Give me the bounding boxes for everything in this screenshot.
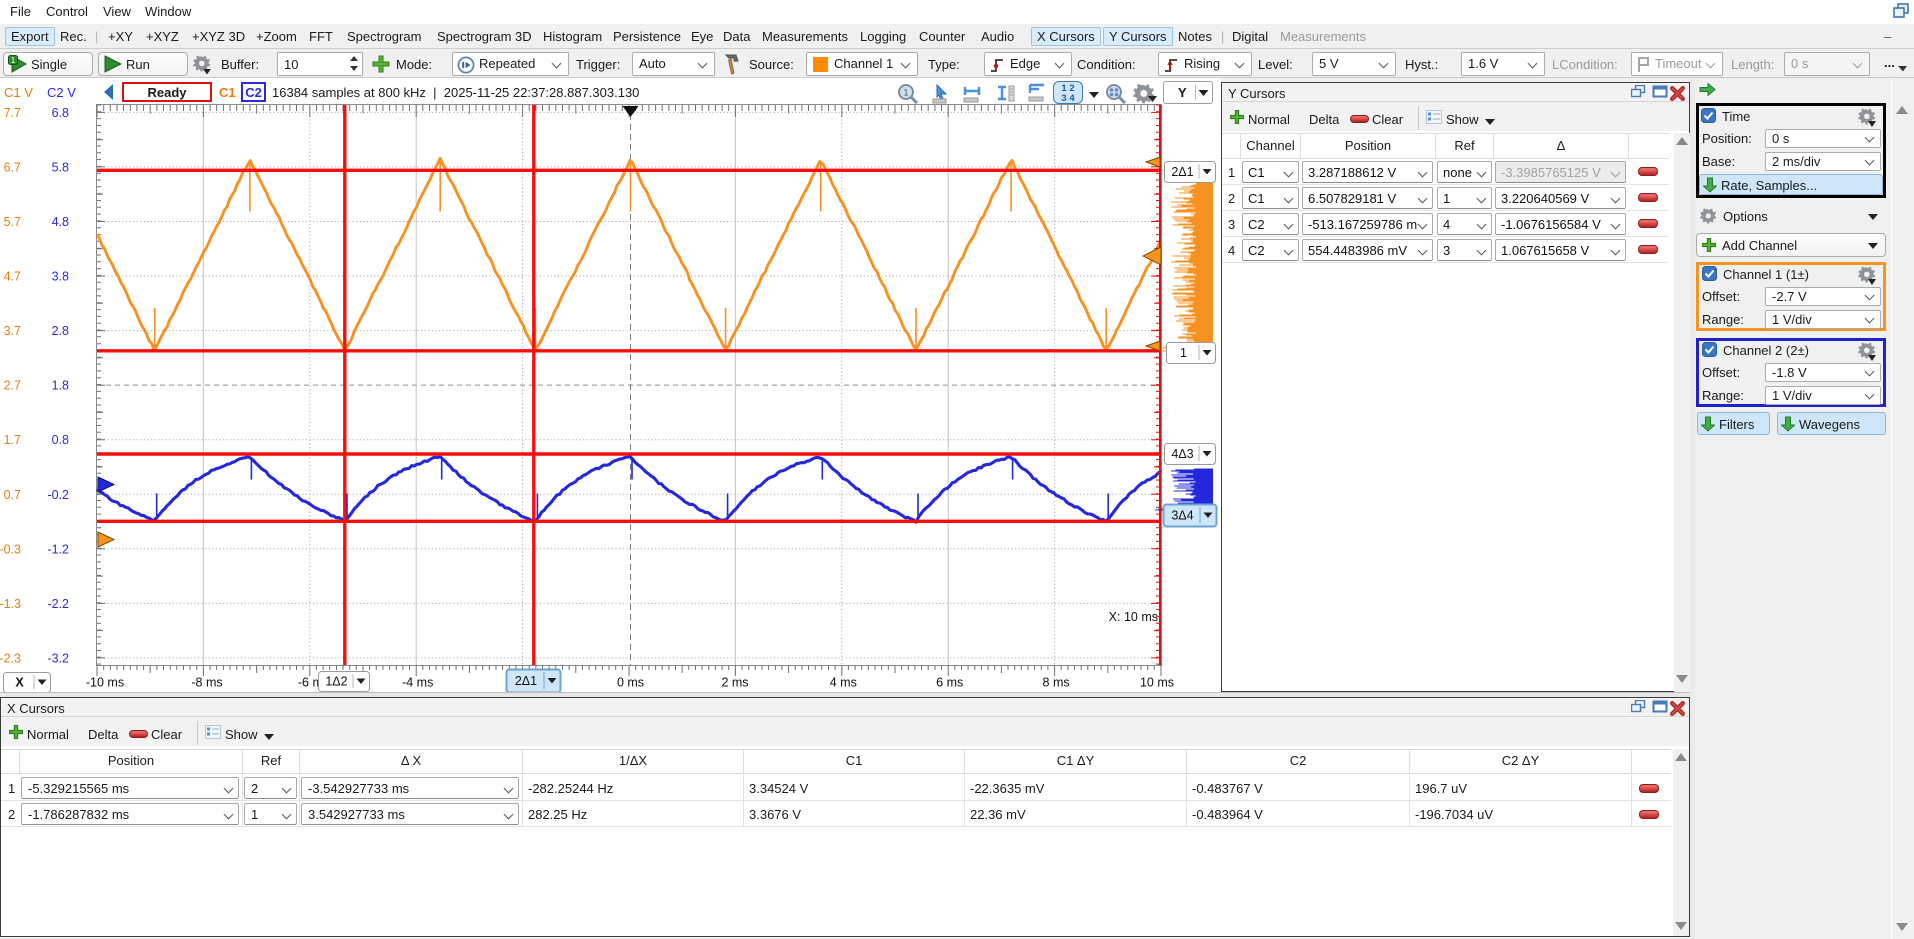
svg-text:2Δ1: 2Δ1: [1171, 165, 1193, 179]
svg-text:-0.3: -0.3: [0, 542, 21, 556]
svg-text:6.7: 6.7: [4, 160, 21, 174]
svg-text:1: 1: [11, 55, 16, 65]
svg-text:3.7: 3.7: [4, 324, 21, 338]
svg-text:5.7: 5.7: [4, 215, 21, 229]
svg-text:1: 1: [1180, 346, 1187, 360]
svg-text:4 ms: 4 ms: [830, 676, 857, 690]
svg-text:1.8: 1.8: [52, 379, 69, 393]
svg-text:8 ms: 8 ms: [1043, 676, 1070, 690]
svg-text:2 ms: 2 ms: [721, 676, 748, 690]
svg-text:-4 ms: -4 ms: [402, 676, 433, 690]
svg-text:0 ms: 0 ms: [617, 676, 644, 690]
svg-text:4.7: 4.7: [4, 270, 21, 284]
svg-text:4Δ3: 4Δ3: [1171, 447, 1193, 461]
svg-text:4.8: 4.8: [52, 215, 69, 229]
svg-text:1Δ2: 1Δ2: [325, 675, 347, 689]
svg-text:X: 10 ms: X: 10 ms: [1109, 610, 1158, 624]
svg-text:3.8: 3.8: [52, 270, 69, 284]
svg-text:5.8: 5.8: [52, 160, 69, 174]
svg-text:-8 ms: -8 ms: [191, 676, 222, 690]
svg-text:7.7: 7.7: [4, 106, 21, 120]
svg-text:2Δ1: 2Δ1: [515, 674, 537, 688]
svg-text:0.7: 0.7: [4, 488, 21, 502]
svg-text:-2.2: -2.2: [47, 597, 69, 611]
svg-text:1: 1: [903, 88, 908, 98]
svg-text:3Δ4: 3Δ4: [1171, 509, 1193, 523]
svg-text:-2.3: -2.3: [0, 651, 21, 665]
svg-text:-1.2: -1.2: [47, 542, 69, 556]
svg-text:6.8: 6.8: [52, 106, 69, 120]
svg-text:-3.2: -3.2: [47, 651, 69, 665]
svg-text:6 ms: 6 ms: [936, 676, 963, 690]
svg-text:-1.3: -1.3: [0, 597, 21, 611]
svg-text:1.7: 1.7: [4, 433, 21, 447]
svg-text:2.8: 2.8: [52, 324, 69, 338]
svg-text:X: X: [15, 676, 24, 690]
svg-text:-0.2: -0.2: [47, 488, 69, 502]
svg-text:2.7: 2.7: [4, 379, 21, 393]
svg-text:-10 ms: -10 ms: [86, 676, 124, 690]
svg-text:10 ms: 10 ms: [1140, 676, 1174, 690]
svg-text:0.8: 0.8: [52, 433, 69, 447]
